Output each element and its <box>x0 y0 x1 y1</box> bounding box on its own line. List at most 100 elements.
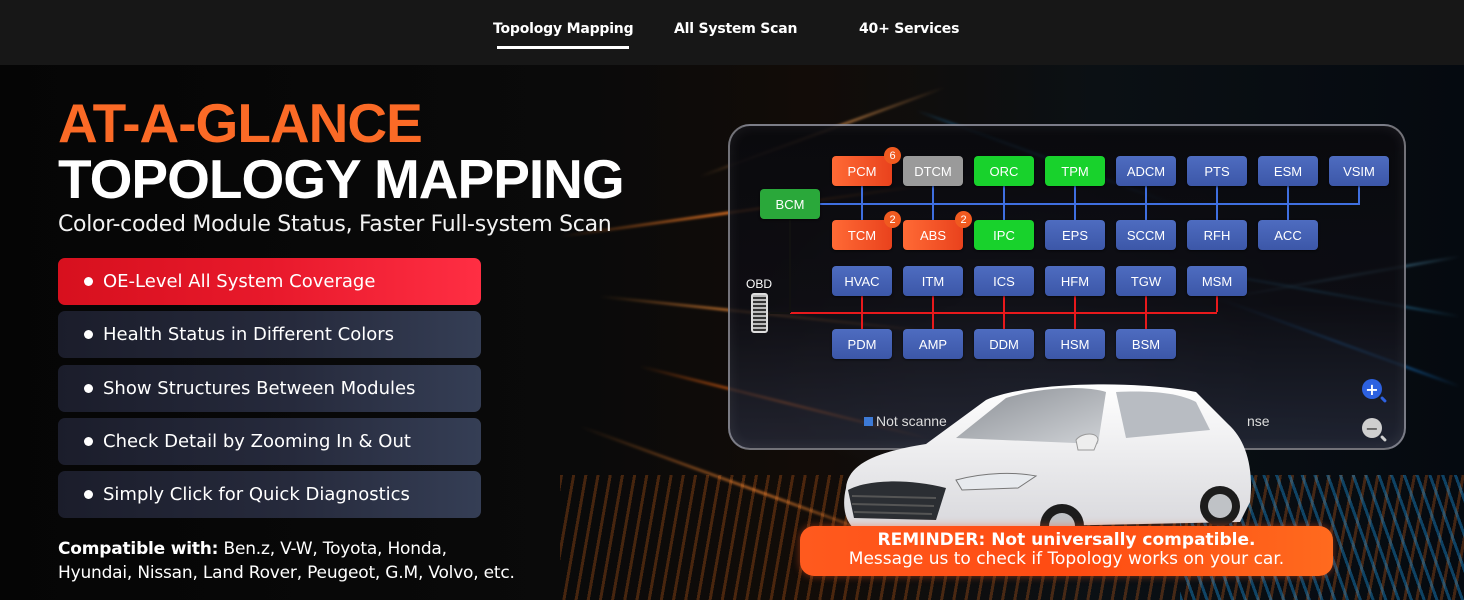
module-label: AMP <box>918 336 948 352</box>
module-ics[interactable]: ICS <box>974 266 1034 296</box>
obd-connector-icon <box>751 293 768 333</box>
module-rfh[interactable]: RFH <box>1187 220 1247 250</box>
module-label: VSIM <box>1343 163 1375 179</box>
compatible-brands-line1: Ben.z, V-W, Toyota, Honda, <box>218 539 447 559</box>
module-label: TCM <box>847 227 877 243</box>
bus-line <box>1145 296 1147 312</box>
compatibility-text: Compatible with: Ben.z, V-W, Toyota, Hon… <box>58 537 515 585</box>
module-label: TPM <box>1061 163 1089 179</box>
headline-main: TOPOLOGY MAPPING <box>58 148 625 210</box>
module-tpm[interactable]: TPM <box>1045 156 1105 186</box>
feature-label: OE-Level All System Coverage <box>103 271 376 292</box>
module-esm[interactable]: ESM <box>1258 156 1318 186</box>
module-ipc[interactable]: IPC <box>974 220 1034 250</box>
module-label: IPC <box>993 227 1015 243</box>
module-hvac[interactable]: HVAC <box>832 266 892 296</box>
compatible-label: Compatible with: <box>58 539 219 559</box>
module-bsm[interactable]: BSM <box>1116 329 1176 359</box>
module-adcm[interactable]: ADCM <box>1116 156 1176 186</box>
module-label: ORC <box>989 163 1019 179</box>
module-vsim[interactable]: VSIM <box>1329 156 1389 186</box>
module-label: PCM <box>847 163 877 179</box>
bus-line <box>770 312 790 314</box>
module-label: EPS <box>1061 227 1088 243</box>
feature-oe-level-coverage[interactable]: OE-Level All System Coverage <box>58 258 481 305</box>
module-acc[interactable]: ACC <box>1258 220 1318 250</box>
bus-line <box>1074 204 1076 220</box>
bus-line <box>789 220 791 313</box>
module-tgw[interactable]: TGW <box>1116 266 1176 296</box>
module-label: TGW <box>1130 273 1162 289</box>
module-label: HFM <box>1060 273 1090 289</box>
bus-line <box>1074 186 1076 203</box>
feature-show-structures[interactable]: Show Structures Between Modules <box>58 365 481 412</box>
zoom-in-icon[interactable]: + <box>1362 379 1382 399</box>
module-abs[interactable]: ABS 2 <box>903 211 972 250</box>
zoom-out-icon[interactable]: − <box>1362 418 1382 438</box>
tab-40-services[interactable]: 40+ Services <box>859 21 959 37</box>
bus-line <box>1216 186 1218 203</box>
bullet-icon <box>84 277 93 286</box>
reminder-title: REMINDER: Not universally compatible. <box>877 530 1256 550</box>
feature-zooming[interactable]: Check Detail by Zooming In & Out <box>58 418 481 465</box>
module-tcm[interactable]: TCM 2 <box>832 211 901 250</box>
tab-topology-mapping[interactable]: Topology Mapping <box>493 21 634 49</box>
top-nav: Topology Mapping All System Scan 40+ Ser… <box>0 0 1464 65</box>
bus-line <box>1003 204 1005 220</box>
reminder-message: Message us to check if Topology works on… <box>848 549 1285 569</box>
bus-line <box>820 203 1360 205</box>
bus-line <box>932 313 934 329</box>
bullet-icon <box>84 490 93 499</box>
module-pts[interactable]: PTS <box>1187 156 1247 186</box>
module-eps[interactable]: EPS <box>1045 220 1105 250</box>
module-amp[interactable]: AMP <box>903 329 963 359</box>
subtitle: Color-coded Module Status, Faster Full-s… <box>58 212 612 237</box>
module-label: RFH <box>1203 227 1231 243</box>
module-label: DTCM <box>914 163 952 179</box>
tab-all-system-scan[interactable]: All System Scan <box>674 21 797 37</box>
module-bcm[interactable]: BCM <box>760 189 820 219</box>
obd-label: OBD <box>746 277 773 291</box>
module-label: SCCM <box>1126 227 1166 243</box>
bus-line <box>932 296 934 312</box>
feature-quick-diagnostics[interactable]: Simply Click for Quick Diagnostics <box>58 471 481 518</box>
fault-count-badge: 2 <box>955 211 972 228</box>
bus-line <box>932 186 934 203</box>
bus-line <box>1145 186 1147 203</box>
feature-health-status-colors[interactable]: Health Status in Different Colors <box>58 311 481 358</box>
module-label: ITM <box>921 273 945 289</box>
module-hsm[interactable]: HSM <box>1045 329 1105 359</box>
module-itm[interactable]: ITM <box>903 266 963 296</box>
module-label: HVAC <box>844 273 880 289</box>
module-ddm[interactable]: DDM <box>974 329 1034 359</box>
compatibility-reminder-banner: REMINDER: Not universally compatible. Me… <box>800 526 1333 576</box>
module-dtcm[interactable]: DTCM <box>903 156 963 186</box>
module-pdm[interactable]: PDM <box>832 329 892 359</box>
car-image <box>844 384 1252 540</box>
module-orc[interactable]: ORC <box>974 156 1034 186</box>
bus-line <box>1074 313 1076 329</box>
feature-label: Simply Click for Quick Diagnostics <box>103 484 410 505</box>
module-msm[interactable]: MSM <box>1187 266 1247 296</box>
module-label: ACC <box>1274 227 1302 243</box>
module-label: MSM <box>1201 273 1233 289</box>
module-sccm[interactable]: SCCM <box>1116 220 1176 250</box>
bus-line <box>1145 313 1147 329</box>
bus-line <box>1003 186 1005 203</box>
module-pcm[interactable]: PCM 6 <box>832 147 901 186</box>
module-label: BSM <box>1131 336 1161 352</box>
bus-line <box>861 186 863 203</box>
module-hfm[interactable]: HFM <box>1045 266 1105 296</box>
bus-line <box>1074 296 1076 312</box>
bus-line <box>861 204 863 220</box>
bus-line <box>1287 186 1289 203</box>
headline-accent: AT-A-GLANCE <box>58 92 423 154</box>
bus-line <box>1287 204 1289 220</box>
module-label: PTS <box>1204 163 1230 179</box>
compatible-brands-line2: Hyundai, Nissan, Land Rover, Peugeot, G.… <box>58 563 515 583</box>
module-label: ESM <box>1273 163 1303 179</box>
bus-line <box>1216 296 1218 312</box>
bus-line <box>861 296 863 312</box>
bus-line <box>1003 313 1005 329</box>
bullet-icon <box>84 437 93 446</box>
